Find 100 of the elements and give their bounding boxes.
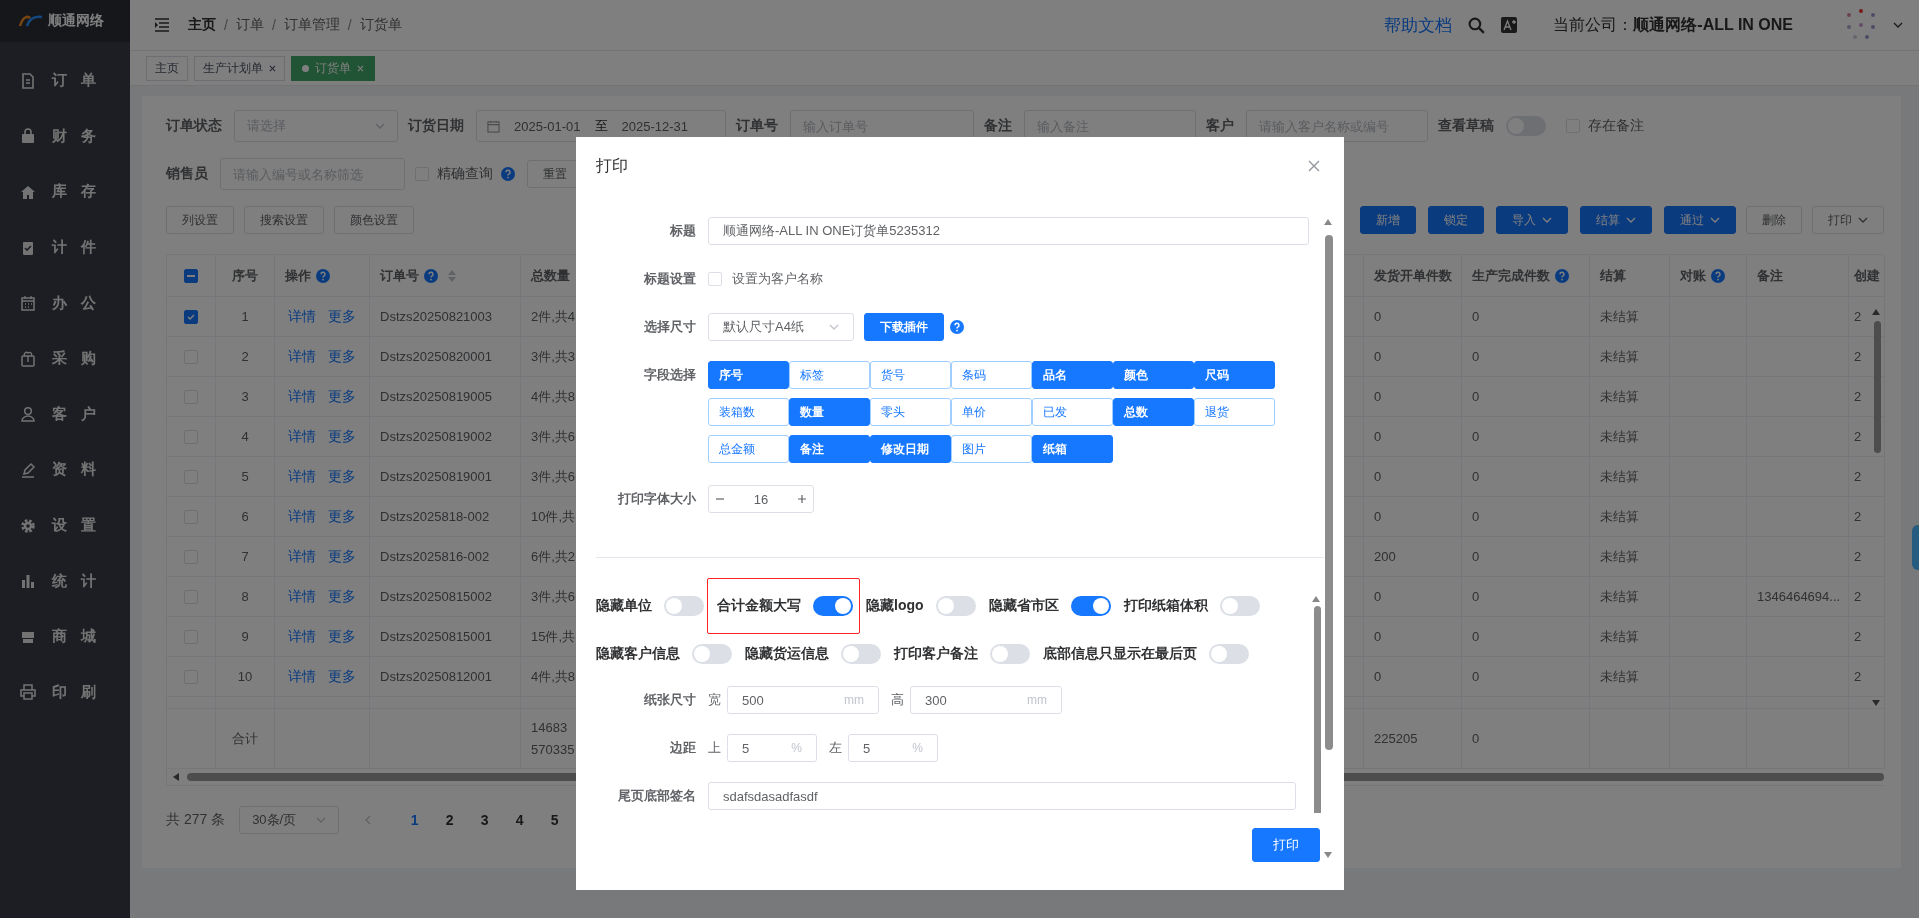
close-icon[interactable] [269, 64, 276, 72]
toggle-switch[interactable] [990, 644, 1030, 664]
toolbar-button[interactable]: 新增 [1360, 206, 1416, 234]
field-chip[interactable]: 修改日期 [870, 435, 951, 463]
scroll-up-icon[interactable] [1312, 596, 1320, 602]
action-link[interactable]: 更多 [328, 667, 356, 686]
download-plugin-button[interactable]: 下载插件 [864, 313, 944, 341]
width-field[interactable]: 500 mm [727, 686, 879, 714]
action-link[interactable]: 更多 [328, 387, 356, 406]
checkbox-label[interactable]: 精确查询 [437, 165, 493, 183]
help-link[interactable]: 帮助文档 [1384, 13, 1453, 37]
action-link[interactable]: 更多 [328, 507, 356, 526]
action-link[interactable]: 详情 [288, 667, 316, 686]
sidebar-item[interactable]: 计件 [0, 219, 130, 276]
field-chip[interactable]: 备注 [789, 435, 870, 463]
scroll-left-icon[interactable] [173, 773, 179, 781]
page-number[interactable]: 2 [432, 812, 468, 828]
toolbar-button[interactable]: 通过 [1664, 206, 1736, 234]
action-link[interactable]: 详情 [288, 587, 316, 606]
close-icon[interactable] [1308, 160, 1320, 172]
height-field[interactable]: 300 mm [910, 686, 1062, 714]
sidebar-item[interactable]: 商城 [0, 608, 130, 665]
field-chip[interactable]: 总数 [1113, 398, 1194, 426]
title-field[interactable]: 顺通网络-ALL IN ONE订货单5235312 [708, 217, 1309, 245]
sidebar-item[interactable]: 客户 [0, 386, 130, 443]
field-chip[interactable]: 品名 [1032, 361, 1113, 389]
action-link[interactable]: 详情 [288, 507, 316, 526]
action-link[interactable]: 更多 [328, 587, 356, 606]
field-chip[interactable]: 零头 [870, 398, 951, 426]
scroll-up-icon[interactable] [1872, 309, 1880, 315]
action-link[interactable]: 详情 [288, 347, 316, 366]
action-link[interactable]: 详情 [288, 307, 316, 326]
scroll-down-icon[interactable] [1324, 852, 1332, 858]
toggle-switch[interactable] [1219, 596, 1260, 616]
font-size-icon[interactable] [1501, 17, 1518, 33]
action-link[interactable]: 更多 [328, 307, 356, 326]
plus-icon[interactable] [797, 494, 807, 504]
sidebar-item[interactable]: 订单 [0, 53, 130, 109]
action-link[interactable]: 详情 [288, 627, 316, 646]
tab[interactable]: 主页 [146, 55, 188, 81]
previous-page-icon[interactable] [365, 815, 372, 825]
action-link[interactable]: 更多 [328, 427, 356, 446]
field-chip[interactable]: 装箱数 [708, 398, 789, 426]
breadcrumb-link[interactable]: 主页 [188, 16, 216, 34]
toolbar-button[interactable]: 导入 [1496, 206, 1568, 234]
breadcrumb-link[interactable]: 订单管理 [283, 16, 340, 34]
date-range-field[interactable]: 2025-01-01 至 2025-12-31 [476, 110, 726, 142]
side-tab[interactable] [1912, 525, 1919, 570]
tab[interactable]: 订货单 [291, 55, 375, 81]
action-link[interactable]: 详情 [288, 427, 316, 446]
scroll-down-icon[interactable] [1872, 700, 1880, 706]
checkbox-label[interactable]: 存在备注 [1588, 117, 1644, 135]
toolbar-button[interactable]: 颜色设置 [334, 206, 414, 234]
print-button[interactable]: 打印 [1252, 828, 1320, 862]
tab[interactable]: 生产计划单 [194, 55, 285, 81]
field-chip[interactable]: 图片 [951, 435, 1032, 463]
number-field[interactable]: 16 [708, 485, 814, 513]
sidebar-item[interactable]: 统计 [0, 553, 130, 609]
signature-field[interactable]: sdafsdasadfasdf [708, 782, 1296, 810]
checkbox-label[interactable]: 设置为客户名称 [732, 270, 823, 288]
toggle-switch[interactable] [692, 644, 732, 664]
toolbar-button[interactable]: 删除 [1746, 206, 1802, 234]
sidebar-item[interactable]: 印刷 [0, 664, 130, 721]
action-link[interactable]: 详情 [288, 547, 316, 566]
scroll-up-icon[interactable] [1324, 219, 1332, 225]
field-chip[interactable]: 条码 [951, 361, 1032, 389]
field-chip[interactable]: 序号 [708, 361, 789, 389]
checkbox[interactable] [184, 309, 198, 324]
toggle-switch[interactable] [1070, 596, 1111, 616]
size-select[interactable]: 默认尺寸A4纸 [708, 313, 854, 341]
scrollbar-thumb[interactable] [1325, 235, 1333, 750]
action-link[interactable]: 详情 [288, 467, 316, 486]
toolbar-button[interactable]: 结算 [1580, 206, 1652, 234]
scrollbar-thumb[interactable] [1874, 321, 1881, 453]
toggle-switch[interactable] [935, 596, 976, 616]
toolbar-button[interactable]: 锁定 [1428, 206, 1484, 234]
scrollbar-thumb[interactable] [1314, 606, 1321, 813]
field-chip[interactable]: 颜色 [1113, 361, 1194, 389]
field-chip[interactable]: 货号 [870, 361, 951, 389]
sidebar-item[interactable]: 财务 [0, 108, 130, 165]
sidebar-item[interactable]: 采购 [0, 330, 130, 387]
toolbar-button[interactable]: 搜索设置 [244, 206, 324, 234]
search-icon[interactable] [1468, 16, 1486, 34]
sidebar-item[interactable]: 办公 [0, 275, 130, 331]
top-margin-field[interactable]: 5 % [727, 734, 817, 762]
field-chip[interactable]: 纸箱 [1032, 435, 1113, 463]
field-chip[interactable]: 单价 [951, 398, 1032, 426]
toggle-switch[interactable] [1209, 644, 1249, 664]
field-chip[interactable]: 数量 [789, 398, 870, 426]
action-link[interactable]: 更多 [328, 547, 356, 566]
breadcrumb-link[interactable]: 订单 [235, 16, 264, 34]
action-link[interactable]: 更多 [328, 627, 356, 646]
action-link[interactable]: 更多 [328, 467, 356, 486]
breadcrumb-link[interactable]: 订货单 [359, 16, 402, 34]
page-number[interactable]: 5 [537, 812, 573, 828]
page-number[interactable]: 4 [502, 812, 538, 828]
page-number[interactable]: 3 [467, 812, 503, 828]
sort-icon[interactable] [447, 268, 457, 283]
action-link[interactable]: 更多 [328, 347, 356, 366]
left-margin-field[interactable]: 5 % [848, 734, 938, 762]
